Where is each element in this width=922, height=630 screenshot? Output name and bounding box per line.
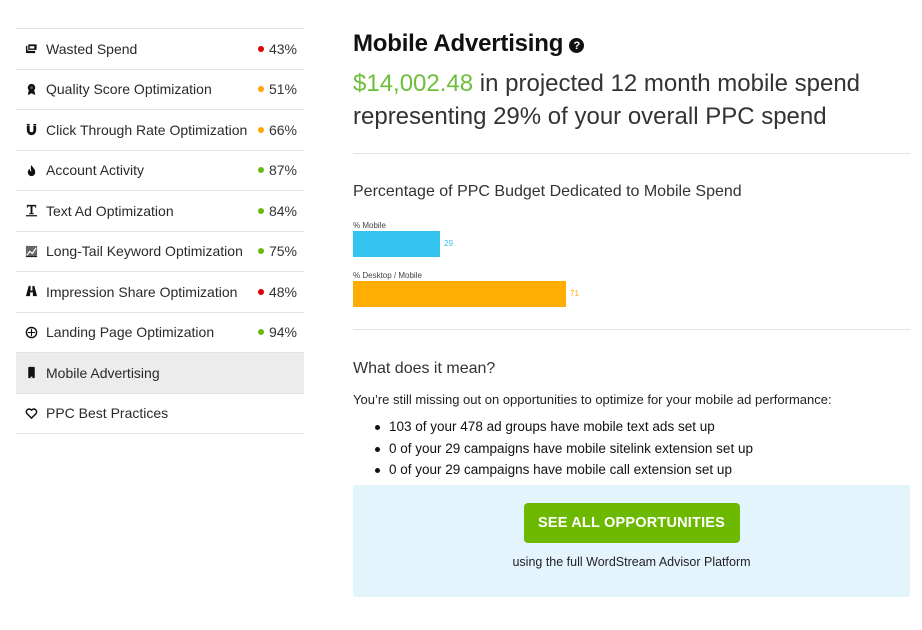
binoculars-icon <box>24 285 38 299</box>
score-value: 66% <box>268 121 297 138</box>
sidebar-item-label: Wasted Spend <box>46 40 138 57</box>
score-badge: 87% <box>257 162 297 179</box>
list-item: 0 of your 29 campaigns have mobile call … <box>375 459 910 481</box>
page-title-text: Mobile Advertising <box>353 30 564 57</box>
status-dot <box>257 126 264 133</box>
score-badge: 94% <box>257 324 297 341</box>
bar <box>353 231 440 257</box>
divider <box>353 153 910 154</box>
award-ribbon-icon <box>24 82 38 96</box>
bar <box>353 281 566 307</box>
crosshair-icon <box>24 325 38 339</box>
sidebar-item-label: Account Activity <box>46 162 145 179</box>
cta-subtext: using the full WordStream Advisor Platfo… <box>512 554 751 569</box>
score-badge: 48% <box>257 283 297 300</box>
sidebar-nav: Wasted Spend 43% Quality Score Optimizat… <box>16 28 304 434</box>
heart-icon <box>24 406 38 420</box>
score-badge: 66% <box>257 121 297 138</box>
sidebar-item-label: Long-Tail Keyword Optimization <box>46 243 243 260</box>
summary-line2: representing 29% of your overall PPC spe… <box>353 103 827 130</box>
bar-value-label: 71 <box>570 289 579 298</box>
status-dot <box>257 288 264 295</box>
list-item: 103 of your 478 ad groups have mobile te… <box>375 416 910 438</box>
score-value: 94% <box>268 324 297 341</box>
sidebar-item-label: PPC Best Practices <box>46 405 169 422</box>
score-badge: 43% <box>257 40 297 57</box>
sidebar-item-long-tail-keyword[interactable]: Long-Tail Keyword Optimization 75% <box>16 232 304 272</box>
bar-category-label: % Mobile <box>353 221 386 230</box>
status-dot <box>257 207 264 214</box>
cta-panel: SEE ALL OPPORTUNITIES using the full Wor… <box>353 484 910 597</box>
main-content: Mobile Advertising ? $14,002.48 in proje… <box>353 28 910 597</box>
opportunity-list: 103 of your 478 ad groups have mobile te… <box>353 416 910 481</box>
status-dot <box>257 248 264 255</box>
bar-category-label: % Desktop / Mobile <box>353 271 422 280</box>
sidebar-item-mobile-advertising[interactable]: Mobile Advertising <box>16 353 304 394</box>
projected-spend-amount: $14,002.48 <box>353 70 474 97</box>
status-dot <box>257 167 264 174</box>
sidebar-item-landing-page[interactable]: Landing Page Optimization 94% <box>16 313 304 353</box>
sidebar-item-label: Landing Page Optimization <box>46 324 215 341</box>
score-badge: 75% <box>257 243 297 260</box>
spend-summary: $14,002.48 in projected 12 month mobile … <box>353 67 910 133</box>
sidebar-item-label: Click Through Rate Optimization <box>46 121 248 138</box>
sidebar-item-wasted-spend[interactable]: Wasted Spend 43% <box>16 29 304 70</box>
score-value: 51% <box>268 81 297 98</box>
wallet-icon <box>24 42 38 56</box>
score-value: 43% <box>268 40 297 57</box>
status-dot <box>257 45 264 52</box>
score-value: 84% <box>268 202 297 219</box>
status-dot <box>257 86 264 93</box>
sidebar-item-ppc-best-practices[interactable]: PPC Best Practices <box>16 394 304 434</box>
sidebar-item-label: Mobile Advertising <box>46 364 160 381</box>
sidebar-item-quality-score[interactable]: Quality Score Optimization 51% <box>16 70 304 110</box>
what-does-it-mean-title: What does it mean? <box>353 360 496 377</box>
divider <box>353 329 910 330</box>
score-badge: 51% <box>257 81 297 98</box>
what-does-it-mean-text: You’re still missing out on opportunitie… <box>353 392 832 407</box>
sidebar-item-ctr-optimization[interactable]: Click Through Rate Optimization 66% <box>16 110 304 151</box>
score-value: 75% <box>268 243 297 260</box>
summary-line1: in projected 12 month mobile spend <box>473 70 861 97</box>
chart-title: Percentage of PPC Budget Dedicated to Mo… <box>353 183 742 200</box>
magnet-icon <box>24 123 38 137</box>
sidebar-item-label: Impression Share Optimization <box>46 283 238 300</box>
sidebar-item-label: Quality Score Optimization <box>46 81 212 98</box>
sidebar-item-label: Text Ad Optimization <box>46 202 174 219</box>
see-all-opportunities-button[interactable]: SEE ALL OPPORTUNITIES <box>523 502 740 543</box>
page-title: Mobile Advertising ? <box>353 28 910 60</box>
sidebar-item-text-ad[interactable]: Text Ad Optimization 84% <box>16 191 304 232</box>
flame-icon <box>24 163 38 177</box>
question-circle-icon[interactable]: ? <box>569 38 585 53</box>
score-badge: 84% <box>257 202 297 219</box>
mobile-phone-icon <box>24 366 38 380</box>
status-dot <box>257 329 264 336</box>
list-item: 0 of your 29 campaigns have mobile sitel… <box>375 438 910 460</box>
score-value: 87% <box>268 162 297 179</box>
sidebar-item-impression-share[interactable]: Impression Share Optimization 48% <box>16 272 304 313</box>
sidebar-item-account-activity[interactable]: Account Activity 87% <box>16 151 304 191</box>
bar-value-label: 29 <box>444 239 453 248</box>
score-value: 48% <box>268 283 297 300</box>
chart-icon <box>24 244 38 258</box>
text-icon <box>24 204 38 218</box>
mobile-spend-bar-chart: % Mobile 29 % Desktop / Mobile 71 <box>353 209 910 329</box>
